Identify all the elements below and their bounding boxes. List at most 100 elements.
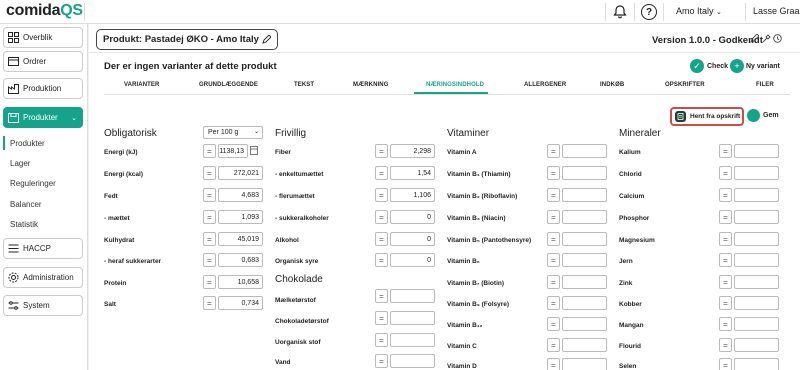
operator-select[interactable]: = bbox=[719, 317, 732, 331]
nutrient-input[interactable] bbox=[562, 188, 607, 202]
nutrient-input[interactable] bbox=[390, 311, 435, 325]
nutrient-input[interactable] bbox=[734, 275, 779, 289]
operator-select[interactable]: = bbox=[203, 210, 216, 224]
nutrient-input[interactable] bbox=[734, 166, 779, 180]
nutrient-input[interactable]: 272,021 bbox=[218, 166, 263, 180]
user-name[interactable]: Lasse Graa bbox=[753, 6, 800, 16]
operator-select[interactable]: = bbox=[547, 166, 560, 180]
operator-select[interactable]: = bbox=[547, 144, 560, 158]
nutrient-input[interactable]: 0 bbox=[390, 210, 435, 224]
nutrient-input[interactable] bbox=[562, 296, 607, 310]
operator-select[interactable]: = bbox=[203, 253, 216, 267]
pencil-icon[interactable] bbox=[750, 33, 760, 43]
operator-select[interactable]: = bbox=[719, 166, 732, 180]
app-logo[interactable]: comidaQS bbox=[6, 2, 83, 20]
new-variant-button[interactable]: + bbox=[730, 59, 744, 73]
nutrient-input[interactable]: 10,658 bbox=[218, 275, 263, 289]
nutrient-input[interactable]: 0,734 bbox=[218, 296, 263, 310]
sidebar-item-overblik[interactable]: Overblik bbox=[3, 27, 83, 48]
nutrient-input[interactable]: 2,298 bbox=[390, 144, 435, 158]
nutrient-input[interactable] bbox=[562, 338, 607, 352]
nutrient-input[interactable]: 1,106 bbox=[390, 188, 435, 202]
tab-allergener[interactable]: ALLERGENER bbox=[524, 82, 566, 88]
operator-select[interactable]: = bbox=[203, 188, 216, 202]
tab-tekst[interactable]: TEKST bbox=[294, 82, 314, 88]
nutrient-input[interactable] bbox=[734, 253, 779, 267]
operator-select[interactable]: = bbox=[547, 296, 560, 310]
nutrient-input[interactable] bbox=[734, 188, 779, 202]
calculator-icon[interactable] bbox=[250, 146, 258, 157]
operator-select[interactable]: = bbox=[547, 338, 560, 352]
nutrient-input[interactable] bbox=[734, 232, 779, 246]
tab-indkoeb[interactable]: INDKØB bbox=[600, 82, 624, 88]
nutrient-input[interactable] bbox=[562, 358, 607, 370]
operator-select[interactable]: = bbox=[547, 188, 560, 202]
per-unit-select[interactable]: Per 100 g ⌄ bbox=[203, 126, 263, 139]
sidebar-subitem-reguleringer[interactable]: Reguleringer bbox=[10, 179, 56, 188]
operator-select[interactable]: = bbox=[375, 289, 388, 303]
product-title[interactable]: Produkt: Pastadej ØKO - Amo Italy bbox=[96, 29, 278, 50]
nutrient-input[interactable] bbox=[734, 210, 779, 224]
nutrient-input[interactable] bbox=[562, 144, 607, 158]
help-icon[interactable]: ? bbox=[641, 4, 657, 20]
operator-select[interactable]: = bbox=[719, 232, 732, 246]
nutrient-input[interactable] bbox=[390, 333, 435, 347]
tab-varianter[interactable]: VARIANTER bbox=[124, 82, 159, 88]
nutrient-input[interactable] bbox=[562, 166, 607, 180]
operator-select[interactable]: = bbox=[375, 354, 388, 368]
operator-select[interactable]: = bbox=[719, 338, 732, 352]
operator-select[interactable]: = bbox=[547, 232, 560, 246]
nutrient-input[interactable]: 4,683 bbox=[218, 188, 263, 202]
sidebar-item-produkter[interactable]: Produkter ⌄ bbox=[3, 107, 83, 128]
operator-select[interactable]: = bbox=[203, 232, 216, 246]
sidebar-item-produktion[interactable]: Produktion bbox=[3, 78, 83, 99]
nutrient-input[interactable] bbox=[562, 210, 607, 224]
nutrient-input[interactable] bbox=[562, 317, 607, 331]
nutrient-input[interactable] bbox=[562, 253, 607, 267]
operator-select[interactable]: = bbox=[719, 144, 732, 158]
sidebar-subitem-balancer[interactable]: Balancer bbox=[10, 200, 42, 209]
nutrient-input[interactable]: 0 bbox=[390, 232, 435, 246]
operator-select[interactable]: = bbox=[375, 232, 388, 246]
operator-select[interactable]: = bbox=[375, 333, 388, 347]
nutrient-input[interactable]: 1,54 bbox=[390, 166, 435, 180]
check-button[interactable]: ✓ bbox=[690, 59, 704, 73]
nutrient-input[interactable]: 45,019 bbox=[218, 232, 263, 246]
operator-select[interactable]: = bbox=[547, 210, 560, 224]
operator-select[interactable]: = bbox=[547, 358, 560, 370]
tab-opskrifter[interactable]: OPSKRIFTER bbox=[665, 82, 705, 88]
sidebar-item-system[interactable]: System bbox=[3, 295, 83, 316]
clock-icon[interactable] bbox=[773, 34, 782, 43]
nutrient-input[interactable] bbox=[562, 232, 607, 246]
nutrient-input[interactable] bbox=[734, 317, 779, 331]
operator-select[interactable]: = bbox=[719, 253, 732, 267]
operator-select[interactable]: = bbox=[719, 275, 732, 289]
company-selector[interactable]: Amo Italy ⌄ bbox=[676, 6, 722, 16]
sidebar-subitem-lager[interactable]: Lager bbox=[10, 159, 30, 168]
nutrient-input[interactable] bbox=[734, 144, 779, 158]
tab-grundlaeggende[interactable]: GRUNDLÆGGENDE bbox=[199, 82, 258, 88]
nutrient-input[interactable] bbox=[562, 275, 607, 289]
operator-select[interactable]: = bbox=[375, 311, 388, 325]
tab-naeringsindhold[interactable]: NÆRINGSINDHOLD bbox=[426, 82, 484, 88]
nutrient-input[interactable]: 0,683 bbox=[218, 253, 263, 267]
nutrient-input[interactable]: 1,093 bbox=[218, 210, 263, 224]
operator-select[interactable]: = bbox=[719, 296, 732, 310]
check-label[interactable]: Check bbox=[707, 63, 728, 70]
sidebar-subitem-produkter[interactable]: Produkter bbox=[10, 139, 45, 148]
operator-select[interactable]: = bbox=[375, 210, 388, 224]
tab-maerkning[interactable]: MÆRKNING bbox=[353, 82, 388, 88]
tab-filer[interactable]: FILER bbox=[756, 82, 774, 88]
operator-select[interactable]: = bbox=[203, 166, 216, 180]
nutrient-input[interactable] bbox=[734, 296, 779, 310]
operator-select[interactable]: = bbox=[547, 317, 560, 331]
hent-fra-opskrift-button[interactable]: Hent fra opskrift bbox=[670, 107, 744, 126]
operator-select[interactable]: = bbox=[203, 296, 216, 310]
operator-select[interactable]: = bbox=[719, 188, 732, 202]
operator-select[interactable]: = bbox=[375, 253, 388, 267]
operator-select[interactable]: = bbox=[203, 275, 216, 289]
bell-icon[interactable] bbox=[612, 4, 628, 20]
nutrient-input[interactable] bbox=[734, 358, 779, 370]
sidebar-item-administration[interactable]: Administration bbox=[3, 267, 83, 288]
operator-select[interactable]: = bbox=[547, 275, 560, 289]
